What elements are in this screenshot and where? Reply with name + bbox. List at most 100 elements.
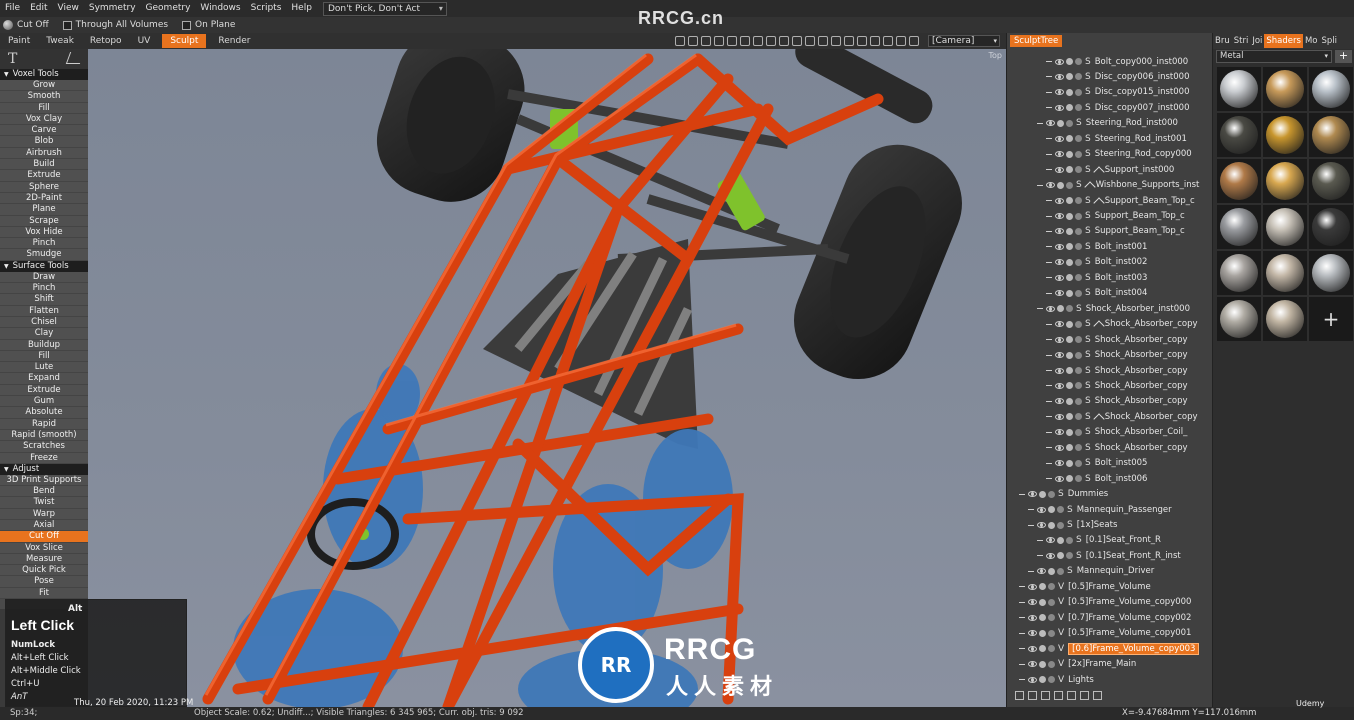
tree-row[interactable]: S Shock_Absorber_copy <box>1007 409 1213 425</box>
shader-dot-icon[interactable] <box>1075 444 1082 452</box>
visibility-controls[interactable] <box>1046 258 1082 266</box>
eye-icon[interactable] <box>1055 166 1064 173</box>
collapse-icon[interactable] <box>1046 261 1052 263</box>
visibility-controls[interactable] <box>1019 583 1055 591</box>
layer-name[interactable]: Shock_Absorber_Coil_ <box>1095 427 1188 437</box>
tool-item[interactable]: Quick Pick <box>0 565 88 577</box>
grid-icon[interactable] <box>870 36 880 46</box>
layer-name[interactable]: Shock_Absorber_copy <box>1095 396 1188 406</box>
shader-dot-icon[interactable] <box>1057 521 1064 529</box>
shader-dot-icon[interactable] <box>1057 506 1064 514</box>
shader-dot-icon[interactable] <box>1075 475 1082 483</box>
ghost-icon[interactable] <box>1048 567 1055 575</box>
eye-icon[interactable] <box>1055 243 1064 250</box>
shader-dot-icon[interactable] <box>1048 645 1055 653</box>
camera-icon[interactable] <box>883 36 893 46</box>
layer-name[interactable]: Bolt_copy000_inst000 <box>1095 57 1188 67</box>
tree-row[interactable]: V Lights <box>1007 672 1213 687</box>
collapse-icon[interactable] <box>1046 215 1052 217</box>
rotate-icon[interactable] <box>753 36 763 46</box>
collapse-icon[interactable] <box>1046 91 1052 93</box>
shader-preview[interactable] <box>1263 297 1307 341</box>
layer-name[interactable]: [0.5]Frame_Volume <box>1068 582 1151 592</box>
light-icon[interactable] <box>740 36 750 46</box>
eye-icon[interactable] <box>1055 352 1064 359</box>
tab-retopo[interactable]: Retopo <box>82 34 130 48</box>
shader-preview[interactable] <box>1309 251 1353 295</box>
visibility-controls[interactable] <box>1046 104 1082 112</box>
shader-preview[interactable] <box>1263 159 1307 203</box>
layer-name[interactable]: Steering_Rod_inst000 <box>1086 118 1178 128</box>
tool-item[interactable]: Scrape <box>0 215 88 227</box>
collapse-icon[interactable] <box>1046 61 1052 62</box>
eye-icon[interactable] <box>1055 367 1064 374</box>
tool-item[interactable]: Measure <box>0 553 88 566</box>
menu-view[interactable]: View <box>53 0 84 17</box>
collapse-icon[interactable] <box>1046 462 1052 464</box>
clip-icon[interactable] <box>831 36 841 46</box>
visibility-controls[interactable] <box>1046 382 1082 390</box>
eye-icon[interactable] <box>1055 382 1064 389</box>
visibility-controls[interactable] <box>1046 243 1082 251</box>
focus-icon[interactable] <box>818 36 828 46</box>
fit-icon[interactable] <box>805 36 815 46</box>
ghost-icon[interactable] <box>1039 660 1046 668</box>
shader-dot-icon[interactable] <box>1048 490 1055 498</box>
menu-symmetry[interactable]: Symmetry <box>84 0 141 17</box>
shading-icon[interactable] <box>675 36 685 46</box>
tool-item[interactable]: Vox Hide <box>0 226 88 239</box>
tab-sculpttree[interactable]: SculptTree <box>1010 35 1063 47</box>
collapse-icon[interactable] <box>1046 416 1052 418</box>
shader-dot-icon[interactable] <box>1075 459 1082 467</box>
eye-icon[interactable] <box>1055 104 1064 111</box>
collapse-icon[interactable] <box>1046 76 1052 78</box>
eye-icon[interactable] <box>1055 135 1064 142</box>
eye-icon[interactable] <box>1037 522 1046 528</box>
shader-dot-icon[interactable] <box>1048 598 1055 606</box>
tool-item[interactable]: Absolute <box>0 407 88 419</box>
shader-dot-icon[interactable] <box>1048 676 1055 683</box>
add-volume-icon[interactable] <box>1028 691 1037 700</box>
tree-row[interactable]: S Bolt_inst006 <box>1007 471 1213 486</box>
ghost-icon[interactable] <box>1048 521 1055 529</box>
tool-item[interactable]: Lute <box>0 362 88 374</box>
shader-preview[interactable] <box>1309 67 1353 111</box>
collapse-icon[interactable] <box>1046 153 1052 155</box>
ghost-icon[interactable] <box>1048 506 1055 514</box>
ghost-icon[interactable] <box>1057 552 1064 560</box>
shader-preview[interactable] <box>1263 67 1307 111</box>
add-shader-button[interactable]: + <box>1335 50 1352 63</box>
ghost-icon[interactable] <box>1066 104 1073 112</box>
tree-row[interactable]: V [0.5]Frame_Volume_copy000 <box>1007 595 1213 610</box>
eye-icon[interactable] <box>1055 429 1064 436</box>
tree-row[interactable]: S Shock_Absorber_copy <box>1007 394 1213 409</box>
ghost-icon[interactable] <box>1066 459 1073 467</box>
collapse-icon[interactable] <box>1046 478 1052 480</box>
collapse-icon[interactable] <box>1037 184 1043 186</box>
layer-name[interactable]: Disc_copy007_inst000 <box>1095 103 1190 113</box>
tree-row[interactable]: V [2x]Frame_Main <box>1007 657 1213 672</box>
layer-name[interactable]: Bolt_inst001 <box>1095 242 1148 252</box>
eye-icon[interactable] <box>1055 460 1064 467</box>
collapse-icon[interactable] <box>1019 679 1025 680</box>
visibility-controls[interactable] <box>1046 197 1082 205</box>
collapse-icon[interactable] <box>1046 400 1052 402</box>
layer-name[interactable]: Shock_Absorber_copy <box>1105 319 1198 329</box>
visibility-controls[interactable] <box>1019 629 1055 637</box>
camera-dropdown[interactable]: [Camera] ▾ <box>928 35 1000 47</box>
ghost-icon[interactable] <box>1039 490 1046 498</box>
layer-name[interactable]: Shock_Absorber_copy <box>1095 443 1188 453</box>
shader-dot-icon[interactable] <box>1075 58 1082 65</box>
layer-name[interactable]: [0.5]Frame_Volume_copy001 <box>1068 628 1191 638</box>
tool-item[interactable]: Fill <box>0 102 88 114</box>
tool-item[interactable]: Rapid (smooth) <box>0 429 88 442</box>
collapse-icon[interactable] <box>1046 339 1052 341</box>
menu-edit[interactable]: Edit <box>25 0 52 17</box>
tree-row[interactable]: S Shock_Absorber_copy <box>1007 348 1213 363</box>
eye-icon[interactable] <box>1055 336 1064 343</box>
tool-item[interactable]: Fill <box>0 350 88 363</box>
collapse-icon[interactable] <box>1019 586 1025 588</box>
shader-dot-icon[interactable] <box>1048 629 1055 637</box>
shader-dot-icon[interactable] <box>1075 351 1082 359</box>
visibility-controls[interactable] <box>1046 289 1082 297</box>
